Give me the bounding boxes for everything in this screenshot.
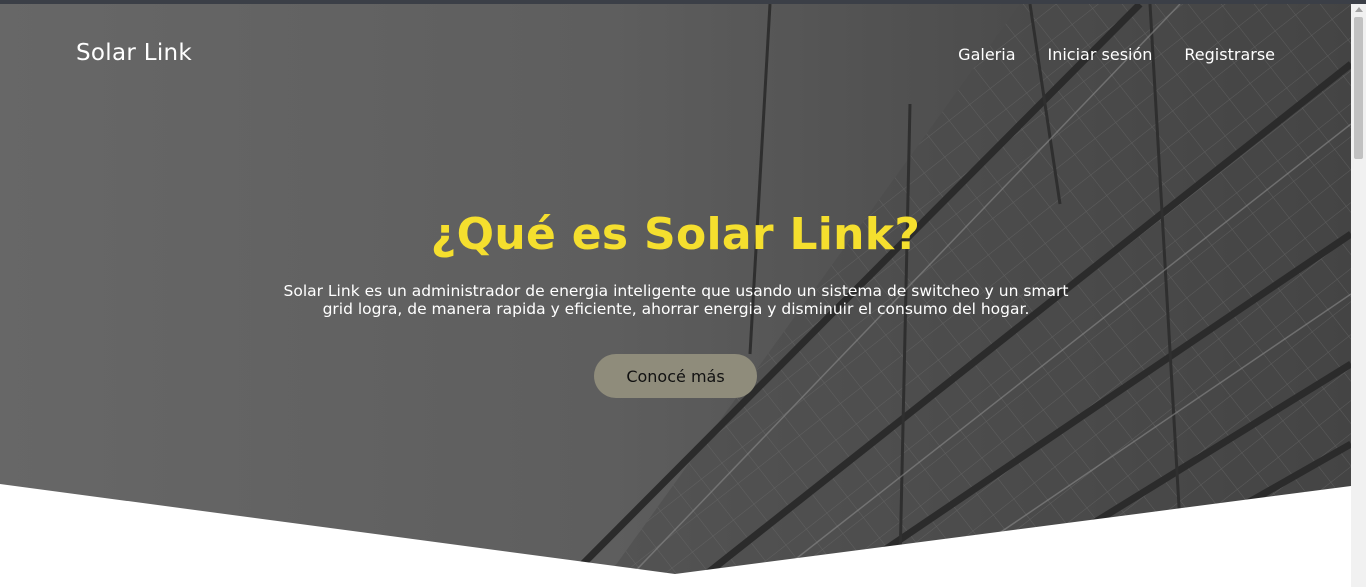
scroll-up-arrow-icon[interactable] (1355, 7, 1363, 12)
brand-logo-text[interactable]: Solar Link (76, 40, 192, 66)
hero-section: Solar Link Galeria Iniciar sesión Regist… (0, 4, 1351, 587)
hero-title: ¿Qué es Solar Link? (430, 209, 921, 260)
nav-login-link[interactable]: Iniciar sesión (1048, 45, 1153, 64)
learn-more-button[interactable]: Conocé más (594, 354, 757, 398)
page-scrollbar[interactable] (1351, 4, 1366, 587)
nav-galeria-link[interactable]: Galeria (958, 45, 1015, 64)
nav-register-link[interactable]: Registrarse (1184, 45, 1275, 64)
main-nav: Galeria Iniciar sesión Registrarse (958, 45, 1275, 64)
hero-description: Solar Link es un administrador de energi… (283, 282, 1069, 318)
scrollbar-thumb[interactable] (1354, 17, 1363, 159)
